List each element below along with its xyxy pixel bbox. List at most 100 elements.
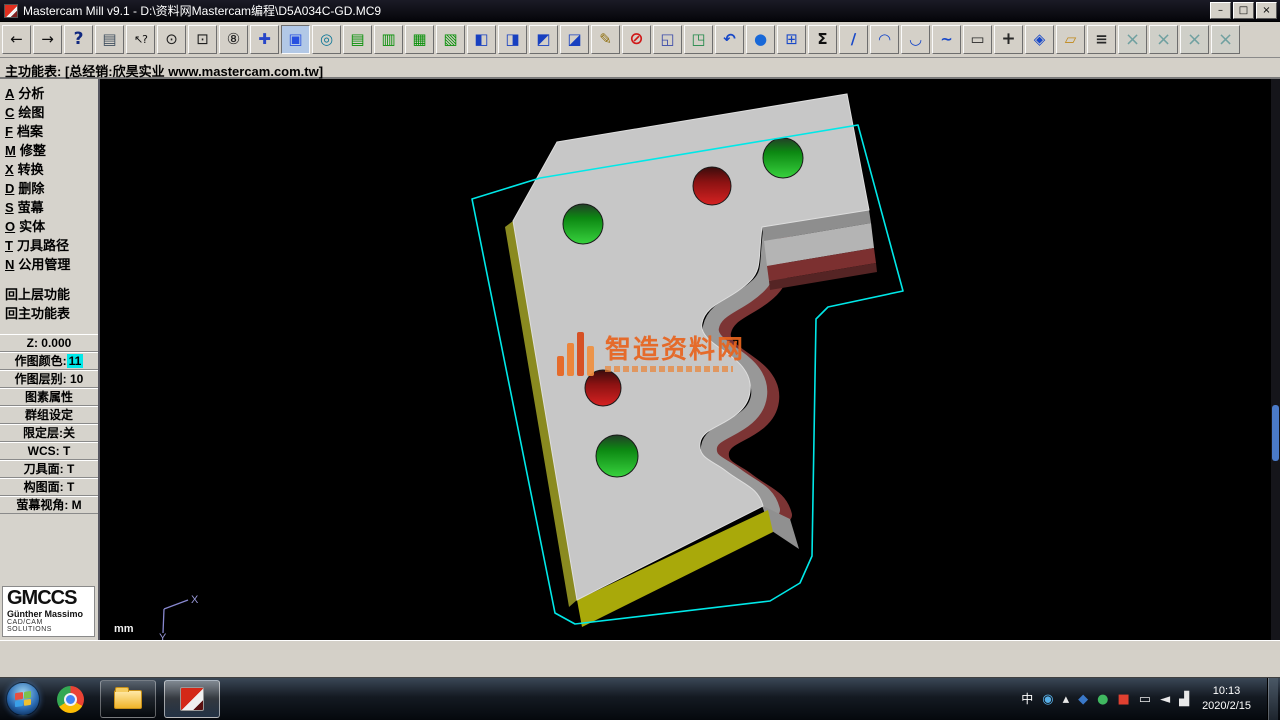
fillet-icon: ◡ — [909, 32, 922, 47]
attributes-button[interactable]: 图素属性 — [0, 388, 98, 406]
gview-iso-button[interactable]: ▧ — [436, 25, 465, 54]
maximize-button[interactable]: □ — [1233, 2, 1254, 19]
mastercam-taskbar-button[interactable] — [164, 680, 220, 718]
rectangle-button[interactable]: ▭ — [963, 25, 992, 54]
cplane-top-button[interactable]: ◧ — [467, 25, 496, 54]
tool-plane-field[interactable]: 刀具面: T — [0, 460, 98, 478]
pan-button[interactable]: ✚ — [250, 25, 279, 54]
security-shield-icon[interactable]: ◆ — [1078, 693, 1088, 706]
disable-button[interactable]: ⊘ — [622, 25, 651, 54]
safety-icon[interactable]: ● — [1097, 693, 1108, 706]
taskbar-clock[interactable]: 10:13 2020/2/15 — [1202, 684, 1251, 714]
surface-button[interactable]: ▱ — [1056, 25, 1085, 54]
app-icon — [4, 4, 18, 18]
zoom-target-button[interactable]: ◎ — [312, 25, 341, 54]
list-icon: ≡ — [1095, 32, 1108, 47]
back-button[interactable]: ← — [2, 25, 31, 54]
mastercam-icon — [180, 687, 204, 711]
clock-date: 2020/2/15 — [1202, 699, 1251, 714]
messenger-icon[interactable]: ◉ — [1042, 693, 1053, 706]
context-help-button[interactable]: ↖? — [126, 25, 155, 54]
grid-button[interactable]: ⊞ — [777, 25, 806, 54]
gview-side-button[interactable]: ▦ — [405, 25, 434, 54]
undo-button[interactable]: ↶ — [715, 25, 744, 54]
minimize-button[interactable]: – — [1210, 2, 1231, 19]
menu-label: 刀具路径 — [17, 238, 69, 253]
viewport-scrollbar[interactable] — [1271, 79, 1280, 640]
display-icon[interactable]: ▭ — [1139, 693, 1151, 706]
chamfer-button[interactable]: ◈ — [1025, 25, 1054, 54]
menu-spacer — [0, 274, 98, 285]
shade-button[interactable]: ● — [746, 25, 775, 54]
zoom-scale-icon: ⑧ — [227, 32, 240, 47]
z-depth-field[interactable]: Z: 0.000 — [0, 334, 98, 352]
list-button[interactable]: ≡ — [1087, 25, 1116, 54]
fillet-button[interactable]: ◡ — [901, 25, 930, 54]
gmccs-tagline: CAD/CAM SOLUTIONS — [7, 619, 90, 633]
show-desktop-button[interactable] — [1267, 678, 1278, 720]
title-bar: Mastercam Mill v9.1 - D:\资料网Mastercam编程\… — [0, 0, 1280, 22]
start-button[interactable] — [6, 682, 40, 716]
fit-screen-button[interactable]: ▣ — [281, 25, 310, 54]
sketch-button[interactable]: ✎ — [591, 25, 620, 54]
menu-screen[interactable]: S萤幕 — [0, 198, 98, 217]
draw-level-field[interactable]: 作图层别: 10 — [0, 370, 98, 388]
zoom-window-button[interactable]: ⊡ — [188, 25, 217, 54]
calc-button[interactable]: Σ — [808, 25, 837, 54]
menu-label: 转换 — [18, 162, 44, 177]
browser-icon — [57, 686, 84, 713]
graphics-viewport[interactable]: 智造资料网 X Y mm — [100, 79, 1280, 640]
arc-button[interactable]: ◠ — [870, 25, 899, 54]
browser-taskbar-button[interactable] — [48, 680, 92, 718]
help-button[interactable]: ? — [64, 25, 93, 54]
trim-2-button[interactable]: × — [1149, 25, 1178, 54]
cplane-front-cube-icon: ◨ — [505, 32, 519, 47]
menu-solids[interactable]: O实体 — [0, 217, 98, 236]
menu-modify[interactable]: M修整 — [0, 141, 98, 160]
zoom-button[interactable]: ⊙ — [157, 25, 186, 54]
spline-button[interactable]: ∼ — [932, 25, 961, 54]
trim-1-button[interactable]: × — [1118, 25, 1147, 54]
menu-create[interactable]: C绘图 — [0, 103, 98, 122]
repaint-button[interactable]: ◱ — [653, 25, 682, 54]
point-button[interactable]: + — [994, 25, 1023, 54]
menu-analyze[interactable]: A分析 — [0, 84, 98, 103]
graphics-view-field[interactable]: 萤幕视角: M — [0, 496, 98, 514]
zoom-scale-button[interactable]: ⑧ — [219, 25, 248, 54]
line-button[interactable]: ∕ — [839, 25, 868, 54]
trim-3-button[interactable]: × — [1180, 25, 1209, 54]
menu-delete[interactable]: D删除 — [0, 179, 98, 198]
close-button[interactable]: × — [1256, 2, 1277, 19]
scrollbar-thumb[interactable] — [1272, 405, 1279, 461]
menu-xform[interactable]: X 转换 — [0, 160, 98, 179]
menu-hotkey: X — [5, 162, 14, 177]
explorer-taskbar-button[interactable] — [100, 680, 156, 718]
mask-level-field[interactable]: 限定层:关 — [0, 424, 98, 442]
network-icon[interactable]: ▟ — [1179, 693, 1189, 706]
menu-file[interactable]: F档案 — [0, 122, 98, 141]
forward-button[interactable]: → — [33, 25, 62, 54]
viewport-button[interactable]: ◳ — [684, 25, 713, 54]
ime-indicator[interactable]: 中 — [1021, 693, 1033, 705]
wcs-field[interactable]: WCS: T — [0, 442, 98, 460]
gview-front-button[interactable]: ▥ — [374, 25, 403, 54]
notes-button[interactable]: ▤ — [95, 25, 124, 54]
volume-icon[interactable]: ◄ — [1160, 693, 1170, 706]
antivirus-icon[interactable]: ■ — [1117, 693, 1129, 706]
hidden-icons-button[interactable]: ▴ — [1063, 693, 1070, 706]
menu-main-menu[interactable]: 回主功能表 — [0, 304, 98, 323]
groups-button[interactable]: 群组设定 — [0, 406, 98, 424]
construction-plane-field[interactable]: 构图面: T — [0, 478, 98, 496]
menu-toolpaths[interactable]: T刀具路径 — [0, 236, 98, 255]
cplane-iso-button[interactable]: ◪ — [560, 25, 589, 54]
menu-hotkey: N — [5, 257, 14, 272]
cplane-side-button[interactable]: ◩ — [529, 25, 558, 54]
gview-top-button[interactable]: ▤ — [343, 25, 372, 54]
menu-back-level[interactable]: 回上层功能 — [0, 285, 98, 304]
cplane-front-button[interactable]: ◨ — [498, 25, 527, 54]
menu-nc-utils[interactable]: N公用管理 — [0, 255, 98, 274]
zoom-icon: ⊙ — [165, 32, 178, 47]
draw-color-field[interactable]: 作图颜色:11 — [0, 352, 98, 370]
gview-iso-cube-icon: ▧ — [443, 32, 457, 47]
trim-4-button[interactable]: × — [1211, 25, 1240, 54]
